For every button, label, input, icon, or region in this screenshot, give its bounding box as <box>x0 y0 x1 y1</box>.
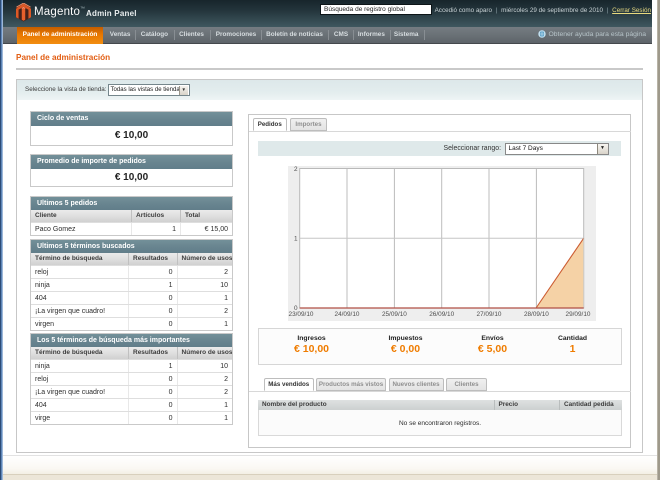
svg-text:2: 2 <box>293 166 297 173</box>
svg-text:27/09/10: 27/09/10 <box>476 311 501 318</box>
svg-text:24/09/10: 24/09/10 <box>334 311 359 318</box>
svg-text:25/09/10: 25/09/10 <box>381 311 406 318</box>
svg-text:23/09/10: 23/09/10 <box>288 311 313 318</box>
svg-text:1: 1 <box>293 235 297 242</box>
svg-text:26/09/10: 26/09/10 <box>429 311 454 318</box>
svg-text:28/09/10: 28/09/10 <box>523 311 548 318</box>
svg-text:29/09/10: 29/09/10 <box>565 311 590 318</box>
